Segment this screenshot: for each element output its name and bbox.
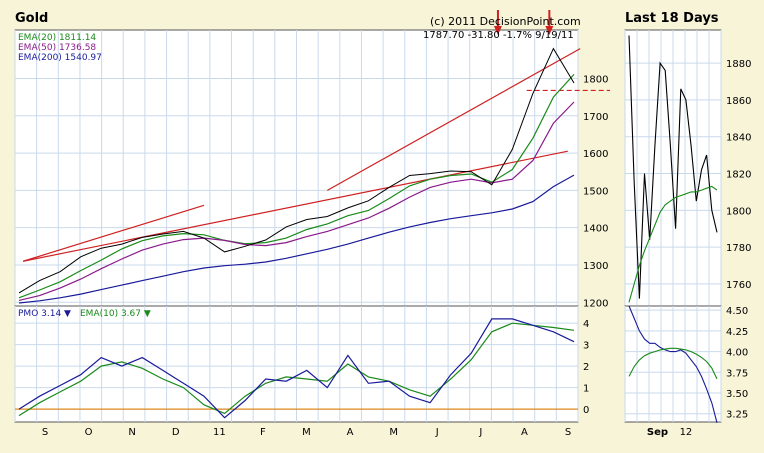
copyright-text: (c) 2011 DecisionPoint.com [430, 15, 581, 28]
month-label: A [521, 427, 528, 438]
y-tick-label: 3.50 [726, 389, 748, 400]
pmo-legend-ema-10: EMA(10) 3.67 ▼ [80, 309, 151, 319]
chart-title: Gold [15, 11, 48, 26]
month-label: F [260, 427, 266, 438]
y-tick-label: 4.00 [726, 348, 748, 359]
y-tick-label: 4.25 [726, 327, 748, 338]
legend-ema-200-1540-97: EMA(200) 1540.97 [18, 53, 102, 63]
y-tick-label: 4.50 [726, 306, 748, 317]
gold-chart: 1200 1300 1400 1500 1600 1700 1800 Gold (c) 20… [0, 0, 764, 449]
y-tick-label: 1500 [583, 186, 608, 197]
y-tick-label: 1600 [583, 149, 608, 160]
month-label: M [389, 427, 398, 438]
month-label: N [128, 427, 135, 438]
y-tick-label: 3.75 [726, 368, 748, 379]
y-tick-label: 1840 [726, 133, 751, 144]
y-tick-label: 1300 [583, 261, 608, 272]
y-tick-label: 1 [583, 384, 589, 395]
y-tick-label: 1820 [726, 170, 751, 181]
y-tick-label: 1780 [726, 243, 751, 254]
y-tick-label: 1800 [726, 206, 751, 217]
y-tick-label: 3 [583, 341, 589, 352]
last18-title: Last 18 Days [625, 11, 719, 26]
y-tick-label: 1700 [583, 112, 608, 123]
month-label: A [347, 427, 354, 438]
y-tick-label: 3.25 [726, 410, 748, 421]
y-tick-label: 1880 [726, 59, 751, 70]
y-tick-label: 1860 [726, 96, 751, 107]
last18-x-label: 12 [680, 427, 693, 438]
month-label: J [478, 427, 482, 438]
y-tick-label: 1200 [583, 298, 608, 309]
y-tick-label: 4 [583, 319, 589, 330]
month-label: O [85, 427, 93, 438]
y-tick-label: 1760 [726, 280, 751, 291]
month-label: M [302, 427, 311, 438]
chart-stage: 1200 1300 1400 1500 1600 1700 1800 Gold (c) 20… [0, 0, 764, 449]
y-tick-label: 1400 [583, 224, 608, 235]
price-quote: 1787.70 -31.80 -1.7% 9/19/11 [423, 30, 574, 41]
month-label: J [435, 427, 439, 438]
month-label: 11 [213, 427, 226, 438]
y-tick-label: 2 [583, 362, 589, 373]
legend-ema-50-1736-58: EMA(50) 1736.58 [18, 43, 96, 53]
y-tick-label: 0 [583, 405, 589, 416]
y-tick-label: 1800 [583, 74, 608, 85]
legend-ema-20-1811-14: EMA(20) 1811.14 [18, 33, 96, 43]
month-label: S [565, 427, 571, 438]
last18-x-label: Sep [647, 427, 668, 438]
month-label: S [42, 427, 48, 438]
pmo-legend-pmo: PMO 3.14 ▼ [18, 309, 71, 319]
month-label: D [172, 427, 180, 438]
